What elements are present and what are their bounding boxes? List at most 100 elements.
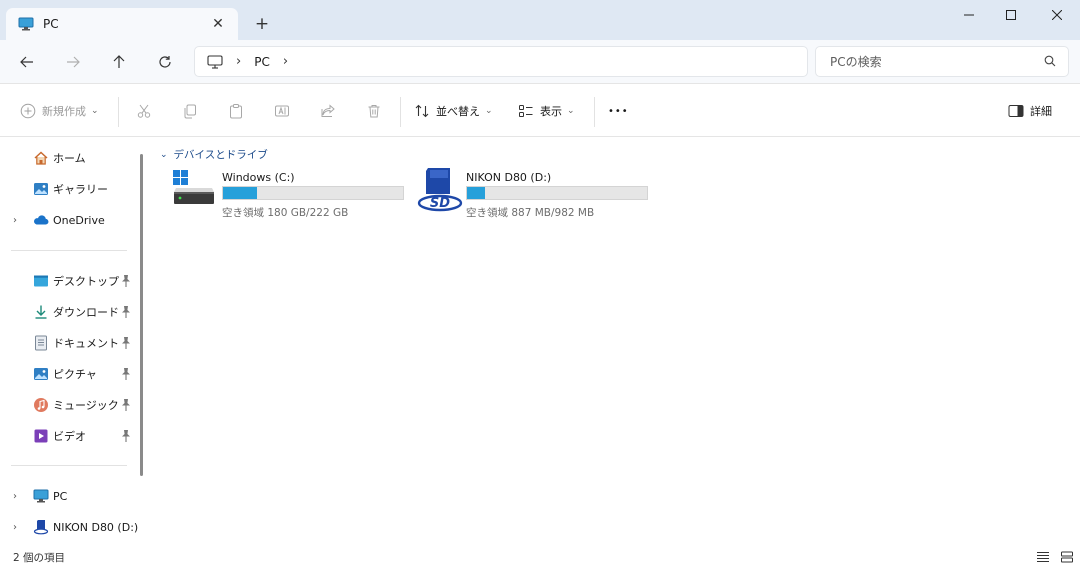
refresh-icon bbox=[159, 56, 171, 68]
chevron-down-icon: ⌄ bbox=[160, 149, 168, 160]
sort-button[interactable]: 並べ替え ⌄ bbox=[414, 99, 493, 123]
divider bbox=[594, 97, 595, 127]
pin-icon[interactable] bbox=[120, 398, 132, 412]
breadcrumb-separator[interactable]: › bbox=[283, 54, 288, 69]
paste-button[interactable] bbox=[228, 99, 244, 123]
sd-card-icon bbox=[33, 520, 49, 535]
sidebar-divider bbox=[11, 465, 127, 466]
share-icon bbox=[321, 104, 335, 117]
tab-title: PC bbox=[43, 17, 59, 31]
details-button[interactable]: 詳細 bbox=[1008, 99, 1052, 123]
pin-icon[interactable] bbox=[120, 336, 132, 350]
address-bar[interactable]: › PC › bbox=[194, 46, 808, 77]
tab-close-icon[interactable]: ✕ bbox=[208, 14, 228, 34]
clipboard-icon bbox=[230, 104, 242, 119]
search-box[interactable] bbox=[815, 46, 1069, 77]
sidebar-item-gallery[interactable]: ギャラリー bbox=[0, 175, 140, 203]
videos-icon bbox=[34, 429, 48, 443]
drive-usage-bar bbox=[222, 186, 404, 200]
expand-chevron-icon[interactable]: › bbox=[13, 491, 17, 502]
drive-name: NIKON D80 (D:) bbox=[466, 171, 552, 184]
title-bar: PC ✕ + bbox=[0, 0, 1080, 40]
pictures-icon bbox=[34, 368, 48, 380]
navigation-pane: ホーム ギャラリー › OneDrive デスクトップ ダウンロード ドキュメン… bbox=[0, 138, 150, 546]
sidebar-item-videos[interactable]: ビデオ bbox=[0, 422, 140, 450]
rename-button[interactable] bbox=[274, 99, 290, 123]
download-icon bbox=[35, 305, 47, 319]
drive-usage-bar bbox=[466, 186, 648, 200]
view-button[interactable]: 表示 ⌄ bbox=[518, 99, 575, 123]
cut-button[interactable] bbox=[136, 99, 152, 123]
sort-icon bbox=[415, 104, 429, 118]
desktop-icon bbox=[34, 275, 48, 287]
tab-pc[interactable]: PC ✕ bbox=[6, 8, 238, 40]
documents-icon bbox=[35, 335, 47, 351]
sidebar-item-label: PC bbox=[53, 489, 68, 503]
sidebar-item-label: ビデオ bbox=[53, 430, 86, 443]
drive-item-d[interactable]: SD NIKON D80 (D:) 空き領域 887 MB/982 MB bbox=[416, 166, 651, 219]
maximize-icon bbox=[1006, 10, 1016, 20]
plus-circle-icon bbox=[20, 103, 36, 119]
divider bbox=[400, 97, 401, 127]
drive-usage-fill bbox=[223, 187, 258, 199]
maximize-button[interactable] bbox=[988, 0, 1034, 30]
drive-item-c[interactable]: Windows (C:) 空き領域 180 GB/222 GB bbox=[172, 166, 407, 219]
sidebar-item-onedrive[interactable]: › OneDrive bbox=[0, 206, 140, 234]
group-title: デバイスとドライブ bbox=[173, 149, 268, 161]
scissors-icon bbox=[137, 104, 151, 118]
delete-button[interactable] bbox=[366, 99, 382, 123]
sidebar-item-pictures[interactable]: ピクチャ bbox=[0, 360, 140, 388]
back-button[interactable] bbox=[14, 50, 40, 74]
minimize-button[interactable] bbox=[946, 0, 992, 30]
sidebar-item-nikon-d80[interactable]: › NIKON D80 (D:) bbox=[0, 513, 140, 541]
chevron-down-icon: ⌄ bbox=[485, 106, 493, 116]
share-button[interactable] bbox=[320, 99, 336, 123]
drive-free-space: 空き領域 887 MB/982 MB bbox=[466, 207, 595, 219]
tiles-view-icon[interactable] bbox=[1060, 550, 1074, 564]
windows-drive-icon bbox=[173, 170, 214, 204]
sidebar-item-downloads[interactable]: ダウンロード bbox=[0, 298, 140, 326]
new-button[interactable]: 新規作成 ⌄ bbox=[20, 99, 99, 123]
drive-name: Windows (C:) bbox=[222, 171, 295, 184]
expand-chevron-icon[interactable]: › bbox=[13, 522, 17, 533]
expand-chevron-icon[interactable]: › bbox=[13, 215, 17, 226]
chevron-down-icon: ⌄ bbox=[91, 106, 99, 116]
copy-button[interactable] bbox=[182, 99, 198, 123]
arrow-right-icon bbox=[67, 56, 80, 68]
sort-label: 並べ替え bbox=[436, 105, 480, 118]
drive-free-space: 空き領域 180 GB/222 GB bbox=[222, 207, 349, 219]
search-icon[interactable] bbox=[1044, 55, 1056, 67]
sidebar-item-music[interactable]: ミュージック bbox=[0, 391, 140, 419]
status-bar: 2 個の項目 bbox=[0, 546, 1080, 569]
details-view-icon[interactable] bbox=[1036, 550, 1050, 564]
pin-icon[interactable] bbox=[120, 305, 132, 319]
details-pane-icon bbox=[1008, 105, 1024, 117]
sidebar-item-pc[interactable]: › PC bbox=[0, 482, 140, 510]
forward-button[interactable] bbox=[60, 50, 86, 74]
more-icon: ••• bbox=[608, 105, 629, 117]
up-button[interactable] bbox=[106, 50, 132, 74]
arrow-up-icon bbox=[113, 55, 125, 68]
pin-icon[interactable] bbox=[120, 274, 132, 288]
search-input[interactable] bbox=[830, 54, 1030, 69]
sidebar-scrollbar[interactable] bbox=[140, 154, 143, 476]
home-icon bbox=[34, 151, 48, 165]
monitor-icon bbox=[207, 54, 223, 69]
copy-icon bbox=[184, 104, 196, 119]
refresh-button[interactable] bbox=[152, 50, 178, 74]
gallery-icon bbox=[34, 183, 48, 195]
pin-icon[interactable] bbox=[120, 429, 132, 443]
sidebar-item-label: デスクトップ bbox=[53, 275, 119, 288]
new-tab-button[interactable]: + bbox=[250, 12, 274, 36]
sidebar-item-home[interactable]: ホーム bbox=[0, 144, 140, 172]
address-row: › PC › bbox=[0, 40, 1080, 84]
close-window-button[interactable] bbox=[1034, 0, 1080, 30]
breadcrumb-separator[interactable]: › bbox=[236, 54, 241, 69]
sidebar-item-documents[interactable]: ドキュメント bbox=[0, 329, 140, 357]
group-header-devices-and-drives[interactable]: ⌄ デバイスとドライブ bbox=[160, 147, 268, 162]
divider bbox=[118, 97, 119, 127]
breadcrumb-pc[interactable]: PC bbox=[254, 55, 270, 69]
sidebar-item-desktop[interactable]: デスクトップ bbox=[0, 267, 140, 295]
pin-icon[interactable] bbox=[120, 367, 132, 381]
more-options-button[interactable]: ••• bbox=[608, 99, 629, 123]
